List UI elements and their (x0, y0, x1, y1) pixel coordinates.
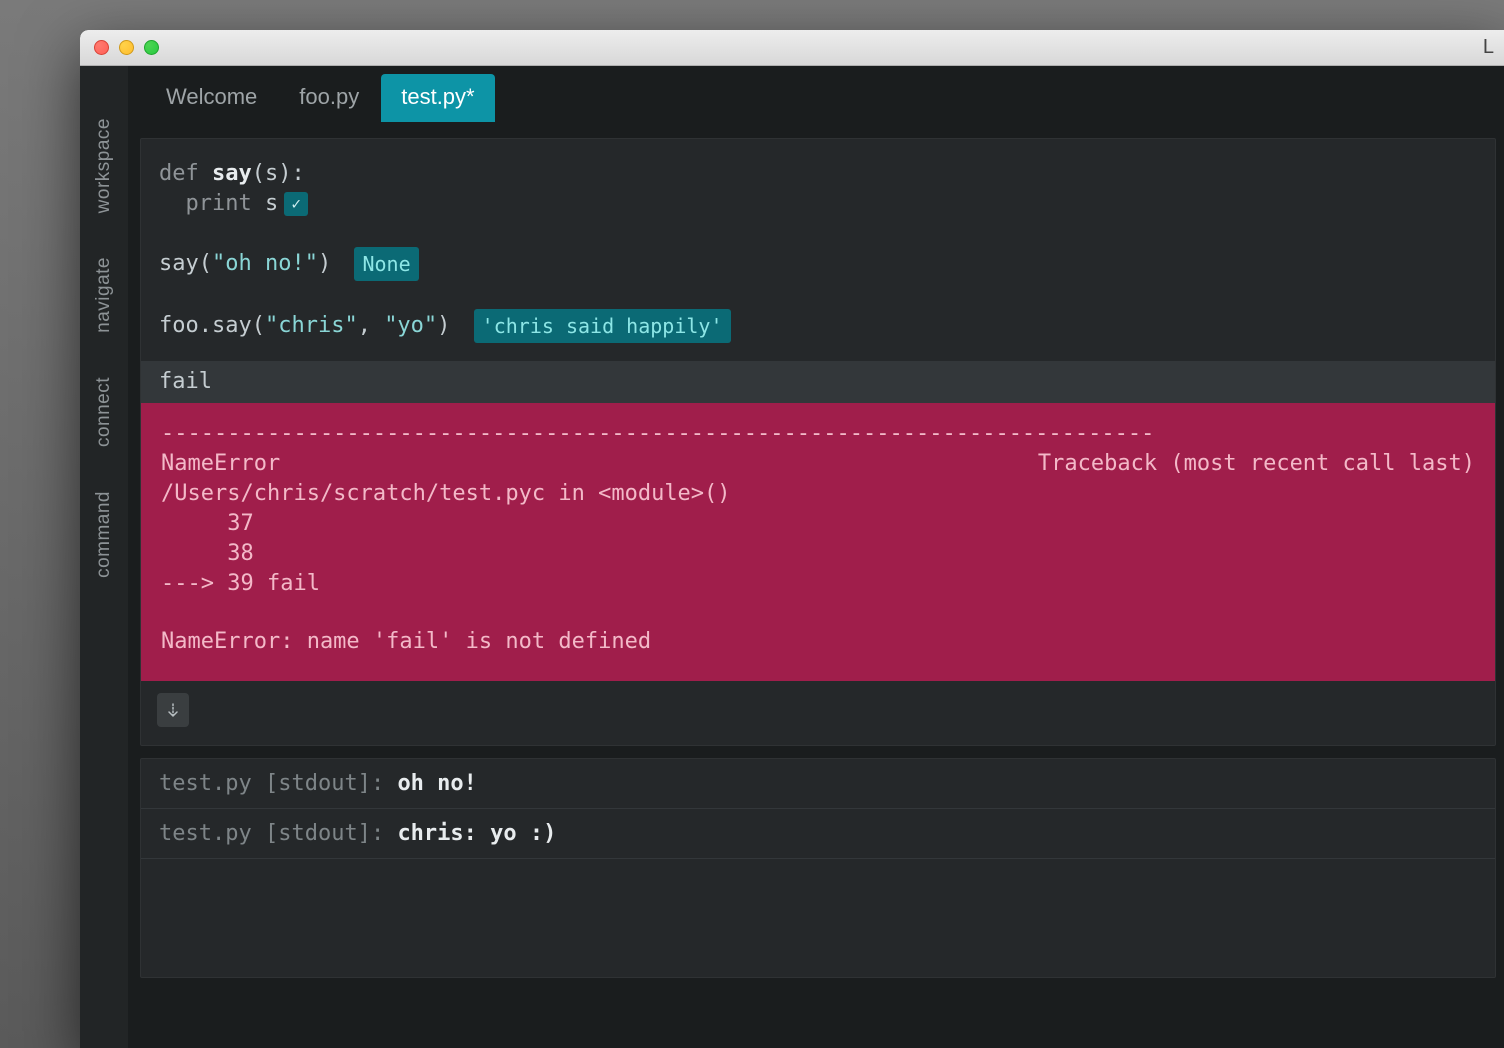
close-icon[interactable] (94, 40, 109, 55)
arrow-down-icon (166, 702, 180, 718)
traffic-lights (94, 40, 159, 55)
blank-line (159, 281, 1477, 309)
console-tag: [stdout] (265, 821, 371, 846)
console-sep: : (371, 771, 398, 796)
error-line-39: ---> 39 fail (161, 569, 1475, 599)
sidebar-tab-workspace[interactable]: workspace (93, 96, 115, 235)
error-path: /Users/chris/scratch/test.pyc in <module… (161, 479, 1475, 509)
file-tabs: Welcome foo.py test.py* (128, 66, 1504, 122)
call2-sep: , (358, 313, 385, 338)
call1-post: ) (318, 251, 345, 276)
code-line-print: print s (159, 189, 1477, 219)
sidebar: workspace navigate connect command (80, 66, 128, 1048)
console-line-1: test.py [stdout]: oh no! (141, 759, 1495, 809)
titlebar-right-letter: L (1483, 36, 1494, 59)
inline-result-said: 'chris said happily' (474, 309, 731, 343)
error-dashes: ----------------------------------------… (161, 419, 1475, 449)
scroll-down-button[interactable] (157, 693, 189, 727)
call2-post: ) (437, 313, 464, 338)
indent (159, 191, 186, 216)
tab-test-py[interactable]: test.py* (381, 74, 494, 122)
blank-line (159, 219, 1477, 247)
call1-str: "oh no!" (212, 251, 318, 276)
error-name: NameError (161, 449, 280, 479)
code-line-call1: say("oh no!") None (159, 247, 1477, 281)
keyword-def: def (159, 161, 212, 186)
call1-pre: say( (159, 251, 212, 276)
call2-pre: foo.say( (159, 313, 265, 338)
code-line-call2: foo.say("chris", "yo") 'chris said happi… (159, 309, 1477, 343)
zoom-icon[interactable] (144, 40, 159, 55)
app-window: L workspace navigate connect command Wel… (80, 30, 1504, 1048)
console-tag: [stdout] (265, 771, 371, 796)
console-panel: test.py [stdout]: oh no! test.py [stdout… (140, 758, 1496, 978)
code-editor[interactable]: def say(s): print s say("oh no!") None f… (141, 139, 1495, 681)
console-output: chris: yo :) (397, 821, 556, 846)
error-line-38: 38 (161, 539, 1475, 569)
traceback-label: Traceback (most recent call last) (1038, 449, 1475, 479)
console-file: test.py (159, 821, 265, 846)
call2-str2: "yo" (384, 313, 437, 338)
console-sep: : (371, 821, 398, 846)
console-output: oh no! (397, 771, 476, 796)
main-column: Welcome foo.py test.py* def say(s): prin… (128, 66, 1504, 1048)
fn-name: say (212, 161, 252, 186)
error-final: NameError: name 'fail' is not defined (161, 627, 1475, 657)
blank-line (161, 599, 1475, 627)
body-area: workspace navigate connect command Welco… (80, 66, 1504, 1048)
error-header: NameError Traceback (most recent call las… (161, 449, 1475, 479)
console-line-2: test.py [stdout]: chris: yo :) (141, 809, 1495, 859)
call2-str1: "chris" (265, 313, 358, 338)
editor-panel: def say(s): print s say("oh no!") None f… (140, 138, 1496, 746)
sidebar-tab-command[interactable]: command (93, 469, 115, 600)
titlebar: L (80, 30, 1504, 66)
inline-result-none: None (354, 247, 418, 281)
fn-params: (s): (252, 161, 305, 186)
editor-actions (141, 681, 1495, 745)
keyword-print: print (186, 191, 265, 216)
error-traceback: ----------------------------------------… (141, 403, 1495, 681)
console-file: test.py (159, 771, 265, 796)
print-var: s (265, 191, 278, 216)
inline-ok-icon (284, 192, 308, 216)
minimize-icon[interactable] (119, 40, 134, 55)
sidebar-tab-connect[interactable]: connect (93, 355, 115, 469)
error-line-37: 37 (161, 509, 1475, 539)
tab-foo-py[interactable]: foo.py (279, 74, 379, 122)
code-line-def: def say(s): (159, 159, 1477, 189)
code-line-fail: fail (141, 361, 1495, 403)
tab-welcome[interactable]: Welcome (146, 74, 277, 122)
sidebar-tab-navigate[interactable]: navigate (93, 235, 115, 355)
